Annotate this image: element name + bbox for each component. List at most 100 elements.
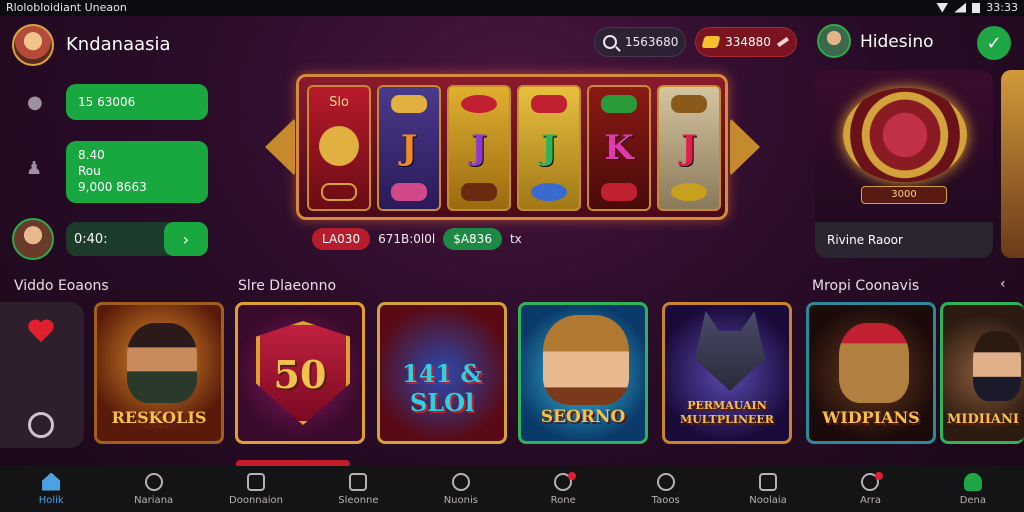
game-title: PERMAUAIN MULTPLINEER	[680, 399, 774, 426]
coin-symbol	[319, 126, 359, 167]
featured-title: Rivine Raoor	[815, 222, 993, 258]
next-featured-card[interactable]	[1001, 70, 1024, 258]
reel-symbol: J	[400, 127, 418, 168]
game-tile[interactable]: RESKOLIS	[94, 302, 224, 444]
battery-icon	[972, 2, 981, 13]
bottom-nav: Holik Nariana Doonnaion Sleonne Nuonis R…	[0, 466, 1024, 512]
coin-icon	[701, 36, 721, 48]
nav-item-favorites[interactable]: Rone	[512, 466, 614, 512]
game-title: 50	[273, 352, 327, 397]
game-tile[interactable]: SEORNO	[518, 302, 648, 444]
game-tile[interactable]: MIDIIANI	[940, 302, 1024, 444]
stat-red-chip: LA030	[312, 228, 371, 250]
nav-label: Arra	[859, 494, 881, 506]
heart-icon[interactable]	[28, 320, 54, 344]
chest-symbol	[461, 183, 497, 202]
wolf-figure	[695, 311, 765, 391]
reel-1: J	[377, 85, 441, 211]
edit-icon	[776, 36, 789, 48]
nav-item-info[interactable]: Nuonis	[410, 466, 512, 512]
wifi-icon	[936, 2, 949, 13]
deposit-button[interactable]: 15 63006	[66, 84, 208, 120]
game-title: RESKOLIS	[111, 408, 207, 427]
section-title-middle: Slre Dlaeonno	[238, 278, 337, 294]
location-icon	[144, 472, 163, 491]
coins-balance[interactable]: 334880	[695, 27, 797, 57]
slot-next-button[interactable]	[730, 118, 760, 176]
game-tile[interactable]: 141 & SLOl	[377, 302, 507, 444]
bear-figure	[839, 323, 909, 403]
balance-row: 0:40: ›	[66, 222, 208, 256]
apple-icon[interactable]: ●	[27, 92, 43, 113]
balance-next-button[interactable]: ›	[164, 222, 208, 256]
player-avatar[interactable]	[12, 218, 54, 260]
nav-item-calendar[interactable]: Sleonne	[307, 466, 409, 512]
notification-dot	[875, 472, 884, 480]
user-icon[interactable]: ♟	[26, 158, 42, 179]
game-tile[interactable]: WIDPIANS	[806, 302, 936, 444]
reel-symbol: J	[470, 127, 488, 168]
sapphire-symbol	[531, 183, 567, 202]
brand-name: Hidesino	[860, 32, 934, 52]
brick-symbol	[531, 94, 567, 113]
search-icon	[656, 472, 675, 491]
player-figure	[973, 331, 1021, 401]
game-tile[interactable]: 50	[235, 302, 365, 444]
image-icon	[247, 472, 266, 491]
club-icon[interactable]	[28, 412, 54, 438]
status-icons: 33:33	[936, 1, 1018, 14]
nav-label: Rone	[550, 494, 576, 506]
cowboy-figure	[127, 323, 197, 403]
search-icon	[603, 35, 617, 49]
home-icon	[42, 472, 61, 491]
flag-symbol	[601, 183, 637, 202]
nav-label: Nariana	[134, 494, 174, 506]
slot-stats: LA030 671B:0l0l $A836 tx	[312, 228, 522, 250]
status-bar: Rlolobloidiant Uneaon 33:33	[0, 0, 1024, 16]
game-title: 141 & SLOl	[401, 359, 483, 417]
nav-item-home[interactable]: Holik	[0, 466, 102, 512]
bar-symbol	[391, 94, 427, 113]
slot-prev-button[interactable]	[265, 118, 295, 176]
search-value: 1563680	[625, 35, 679, 49]
calendar-icon	[349, 472, 368, 491]
car-icon	[759, 472, 778, 491]
search-field[interactable]: 1563680	[594, 27, 686, 57]
nav-item-alerts[interactable]: Arra	[819, 466, 921, 512]
nav-item-gallery[interactable]: Doonnaion	[205, 466, 307, 512]
confirm-button[interactable]: ✓	[977, 26, 1011, 60]
user-avatar[interactable]	[12, 24, 54, 66]
nav-item-profile[interactable]: Dena	[922, 466, 1024, 512]
reel-0: Slo	[307, 85, 371, 211]
reel-symbol: J	[680, 127, 698, 168]
category-rail	[0, 302, 84, 448]
user-name: Kndanaasia	[66, 34, 171, 55]
account-button[interactable]: 8.40 Rou 9,000 8663	[66, 141, 208, 203]
nav-item-vehicle[interactable]: Noolaia	[717, 466, 819, 512]
nav-label: Noolaia	[749, 494, 787, 506]
nav-item-map[interactable]: Nariana	[102, 466, 204, 512]
reel-5: J	[657, 85, 721, 211]
chevron-left-icon[interactable]: ‹	[1000, 276, 1006, 292]
balance-value: 0:40:	[74, 231, 108, 247]
reel-symbol: J	[540, 127, 558, 168]
account-line-2: Rou	[78, 164, 101, 178]
nav-label: Doonnaion	[229, 494, 283, 506]
reel-label: Slo	[329, 95, 349, 111]
stat-green-chip: $A836	[443, 228, 502, 250]
reel-symbol: K	[604, 127, 634, 168]
nav-label: Sleonne	[338, 494, 379, 506]
coins-value: 334880	[725, 35, 771, 49]
section-title-right[interactable]: Mropi Coonavis	[812, 278, 919, 294]
nav-item-search[interactable]: Taoos	[614, 466, 716, 512]
stat-suffix: tx	[509, 232, 522, 246]
game-tile[interactable]: PERMAUAIN MULTPLINEER	[662, 302, 792, 444]
account-line-1: 8.40	[78, 148, 105, 162]
section-title-left: Viddo Eoaons	[14, 278, 109, 294]
check-icon: ✓	[986, 32, 1002, 54]
featured-game-card[interactable]: 3000 Rivine Raoor	[815, 70, 993, 258]
leaf-symbol	[601, 94, 637, 113]
slot-machine[interactable]: Slo J J J K J	[296, 74, 728, 220]
nav-label: Taoos	[651, 494, 680, 506]
reel-4: K	[587, 85, 651, 211]
